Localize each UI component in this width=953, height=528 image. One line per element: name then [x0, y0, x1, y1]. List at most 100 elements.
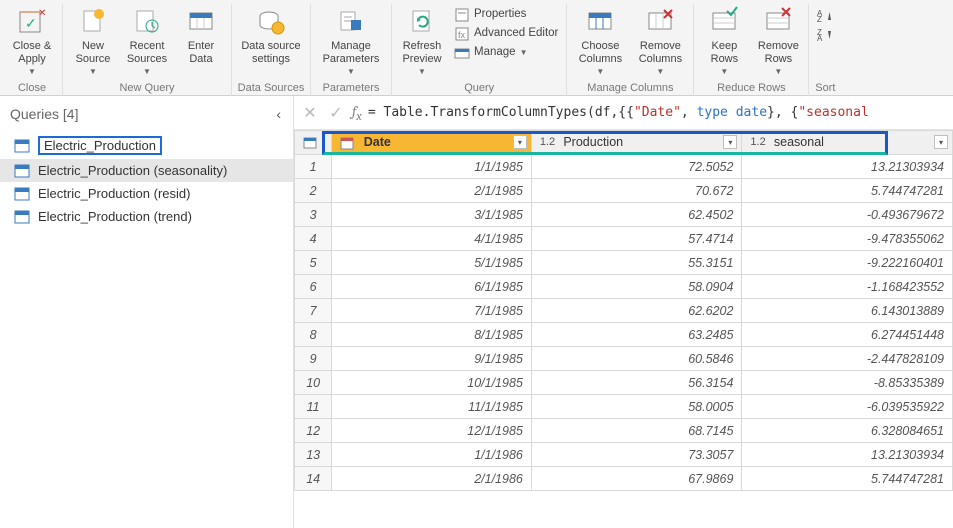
- cell-production[interactable]: 67.9869: [531, 467, 742, 491]
- collapse-chevron-icon[interactable]: ‹: [276, 106, 281, 122]
- cell-seasonal[interactable]: -8.85335389: [742, 371, 953, 395]
- column-filter-dropdown[interactable]: ▾: [723, 135, 737, 149]
- table-row[interactable]: 66/1/198558.0904-1.168423552: [295, 275, 953, 299]
- row-number[interactable]: 4: [295, 227, 332, 251]
- row-number[interactable]: 5: [295, 251, 332, 275]
- cell-seasonal[interactable]: 6.328084651: [742, 419, 953, 443]
- cell-seasonal[interactable]: -9.222160401: [742, 251, 953, 275]
- column-header-seasonal[interactable]: 1.2 seasonal ▾: [742, 131, 953, 155]
- cell-date[interactable]: 10/1/1985: [332, 371, 532, 395]
- query-item[interactable]: Electric_Production: [0, 132, 293, 159]
- cell-date[interactable]: 2/1/1986: [332, 467, 532, 491]
- table-row[interactable]: 1212/1/198568.71456.328084651: [295, 419, 953, 443]
- cell-production[interactable]: 68.7145: [531, 419, 742, 443]
- column-filter-dropdown[interactable]: ▾: [513, 135, 527, 149]
- cell-date[interactable]: 6/1/1985: [332, 275, 532, 299]
- row-number[interactable]: 3: [295, 203, 332, 227]
- cell-date[interactable]: 3/1/1985: [332, 203, 532, 227]
- close-apply-button[interactable]: ✓✕ Close & Apply ▼: [6, 4, 58, 78]
- table-row[interactable]: 77/1/198562.62026.143013889: [295, 299, 953, 323]
- query-item[interactable]: Electric_Production (trend): [0, 205, 293, 228]
- table-row[interactable]: 99/1/198560.5846-2.447828109: [295, 347, 953, 371]
- cell-seasonal[interactable]: -2.447828109: [742, 347, 953, 371]
- enter-data-button[interactable]: Enter Data: [175, 4, 227, 67]
- cell-production[interactable]: 55.3151: [531, 251, 742, 275]
- remove-columns-button[interactable]: Remove Columns ▼: [631, 4, 689, 78]
- table-row[interactable]: 44/1/198557.4714-9.478355062: [295, 227, 953, 251]
- cell-seasonal[interactable]: 13.21303934: [742, 443, 953, 467]
- manage-button[interactable]: Manage ▼: [450, 44, 531, 62]
- recent-sources-button[interactable]: Recent Sources ▼: [121, 4, 173, 78]
- cancel-formula-button[interactable]: ✕: [300, 103, 320, 123]
- cell-seasonal[interactable]: 5.744747281: [742, 179, 953, 203]
- cell-production[interactable]: 58.0904: [531, 275, 742, 299]
- cell-date[interactable]: 1/1/1985: [332, 155, 532, 179]
- table-row[interactable]: 131/1/198673.305713.21303934: [295, 443, 953, 467]
- row-number[interactable]: 12: [295, 419, 332, 443]
- sort-asc-button[interactable]: AZ: [813, 6, 837, 24]
- refresh-preview-button[interactable]: Refresh Preview ▼: [396, 4, 448, 78]
- row-number[interactable]: 2: [295, 179, 332, 203]
- row-number[interactable]: 13: [295, 443, 332, 467]
- row-number[interactable]: 11: [295, 395, 332, 419]
- choose-columns-button[interactable]: Choose Columns ▼: [571, 4, 629, 78]
- properties-button[interactable]: Properties: [450, 6, 530, 24]
- cell-seasonal[interactable]: -9.478355062: [742, 227, 953, 251]
- data-source-settings-button[interactable]: Data source settings: [236, 4, 306, 67]
- cell-date[interactable]: 4/1/1985: [332, 227, 532, 251]
- cell-production[interactable]: 60.5846: [531, 347, 742, 371]
- cell-seasonal[interactable]: 13.21303934: [742, 155, 953, 179]
- cell-production[interactable]: 72.5052: [531, 155, 742, 179]
- cell-seasonal[interactable]: -6.039535922: [742, 395, 953, 419]
- cell-date[interactable]: 8/1/1985: [332, 323, 532, 347]
- sort-desc-button[interactable]: ZA: [813, 25, 837, 43]
- cell-date[interactable]: 9/1/1985: [332, 347, 532, 371]
- cell-production[interactable]: 56.3154: [531, 371, 742, 395]
- table-row[interactable]: 55/1/198555.3151-9.222160401: [295, 251, 953, 275]
- cell-seasonal[interactable]: -0.493679672: [742, 203, 953, 227]
- table-row[interactable]: 88/1/198563.24856.274451448: [295, 323, 953, 347]
- table-row[interactable]: 22/1/198570.6725.744747281: [295, 179, 953, 203]
- row-number[interactable]: 14: [295, 467, 332, 491]
- cell-date[interactable]: 12/1/1985: [332, 419, 532, 443]
- manage-parameters-button[interactable]: Manage Parameters ▼: [315, 4, 387, 78]
- commit-formula-button[interactable]: ✓: [326, 103, 346, 123]
- row-number[interactable]: 10: [295, 371, 332, 395]
- row-number[interactable]: 8: [295, 323, 332, 347]
- table-row[interactable]: 142/1/198667.98695.744747281: [295, 467, 953, 491]
- column-header-date[interactable]: Date ▾: [332, 131, 532, 155]
- row-number[interactable]: 1: [295, 155, 332, 179]
- cell-production[interactable]: 62.6202: [531, 299, 742, 323]
- cell-production[interactable]: 63.2485: [531, 323, 742, 347]
- cell-seasonal[interactable]: -1.168423552: [742, 275, 953, 299]
- cell-date[interactable]: 1/1/1986: [332, 443, 532, 467]
- cell-date[interactable]: 11/1/1985: [332, 395, 532, 419]
- row-number[interactable]: 6: [295, 275, 332, 299]
- cell-production[interactable]: 57.4714: [531, 227, 742, 251]
- column-filter-dropdown[interactable]: ▾: [934, 135, 948, 149]
- cell-seasonal[interactable]: 5.744747281: [742, 467, 953, 491]
- advanced-editor-button[interactable]: fx Advanced Editor: [450, 25, 562, 43]
- query-item[interactable]: Electric_Production (resid): [0, 182, 293, 205]
- remove-rows-button[interactable]: Remove Rows ▼: [752, 4, 804, 78]
- cell-production[interactable]: 70.672: [531, 179, 742, 203]
- query-item[interactable]: Electric_Production (seasonality): [0, 159, 293, 182]
- row-number[interactable]: 7: [295, 299, 332, 323]
- cell-date[interactable]: 2/1/1985: [332, 179, 532, 203]
- queries-header[interactable]: Queries [4] ‹: [0, 96, 293, 130]
- keep-rows-button[interactable]: Keep Rows ▼: [698, 4, 750, 78]
- table-row[interactable]: 1010/1/198556.3154-8.85335389: [295, 371, 953, 395]
- corner-cell[interactable]: [295, 131, 332, 155]
- cell-date[interactable]: 5/1/1985: [332, 251, 532, 275]
- table-row[interactable]: 11/1/198572.505213.21303934: [295, 155, 953, 179]
- cell-date[interactable]: 7/1/1985: [332, 299, 532, 323]
- table-row[interactable]: 33/1/198562.4502-0.493679672: [295, 203, 953, 227]
- cell-seasonal[interactable]: 6.143013889: [742, 299, 953, 323]
- new-source-button[interactable]: New Source ▼: [67, 4, 119, 78]
- cell-seasonal[interactable]: 6.274451448: [742, 323, 953, 347]
- cell-production[interactable]: 58.0005: [531, 395, 742, 419]
- table-row[interactable]: 1111/1/198558.0005-6.039535922: [295, 395, 953, 419]
- data-grid[interactable]: Date ▾ 1.2 Production ▾ 1.2 seasonal ▾: [294, 130, 953, 491]
- cell-production[interactable]: 62.4502: [531, 203, 742, 227]
- row-number[interactable]: 9: [295, 347, 332, 371]
